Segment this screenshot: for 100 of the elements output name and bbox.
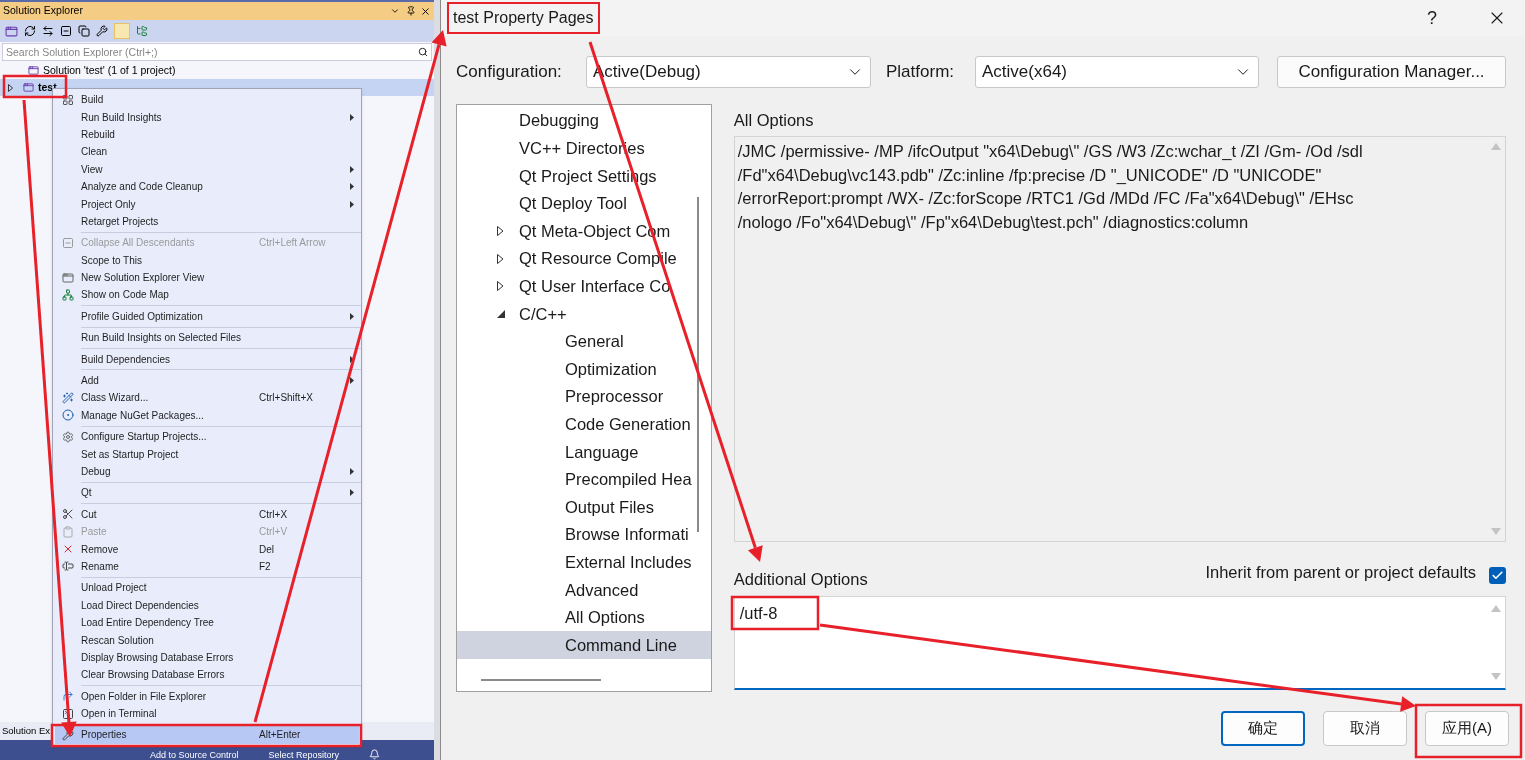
- diagram-icon[interactable]: [136, 25, 148, 37]
- tree-item[interactable]: Solution 'test' (1 of 1 project): [0, 62, 434, 79]
- diagram-icon: [62, 289, 74, 301]
- field-label: Configuration:: [456, 61, 563, 84]
- curved-arrow-icon: [62, 690, 74, 703]
- dropdown-icon[interactable]: [390, 6, 400, 16]
- field-label: Platform:: [886, 61, 956, 84]
- shortcut-text: Alt+Enter: [259, 728, 302, 743]
- menu-item[interactable]: Scope to This: [55, 251, 359, 269]
- menu-item[interactable]: Qt: [55, 484, 359, 502]
- dialog-button[interactable]: 取消: [1323, 711, 1407, 746]
- close-icon[interactable]: [420, 5, 431, 17]
- menu-item[interactable]: Build Dependencies: [55, 350, 359, 368]
- tree-item[interactable]: Optimization: [457, 355, 711, 383]
- menu-item[interactable]: Properties Alt+Enter: [55, 726, 359, 744]
- shortcut-text: Ctrl+X: [259, 507, 289, 522]
- menu-item[interactable]: Unload Project: [55, 579, 359, 597]
- tree-item[interactable]: Language: [457, 438, 711, 466]
- grid-icon: [62, 93, 74, 106]
- dialog-button[interactable]: 应用(A): [1425, 711, 1509, 746]
- expanded-icon: [497, 309, 505, 318]
- menu-item[interactable]: Retarget Projects: [55, 212, 359, 231]
- checkbox-label: Inherit from parent or project defaults: [1205, 562, 1476, 584]
- collapsed-icon: [8, 83, 13, 92]
- menu-item[interactable]: Run Build Insights: [55, 108, 359, 126]
- menu-item[interactable]: Show on Code Map: [55, 286, 359, 304]
- menu-item[interactable]: Rebuild: [55, 125, 359, 144]
- menu-item[interactable]: Class Wizard... Ctrl+Shift+X: [55, 389, 359, 407]
- menu-item[interactable]: Remove Del: [55, 540, 359, 558]
- help-button[interactable]: ?: [1427, 4, 1437, 32]
- collapse-icon: [62, 236, 74, 249]
- configuration-manager-button[interactable]: Configuration Manager...: [1277, 56, 1506, 88]
- tree-item[interactable]: Preprocessor: [457, 382, 711, 411]
- menu-item[interactable]: Rename F2: [55, 557, 359, 576]
- status-item[interactable]: Add to Source Control: [150, 750, 239, 760]
- tree-item[interactable]: All Options: [457, 603, 711, 632]
- dialog-button[interactable]: 确定: [1221, 711, 1305, 746]
- clipboard-icon: [62, 525, 74, 538]
- tree-item[interactable]: Precompiled Hea: [457, 465, 711, 494]
- scrollbar[interactable]: [481, 679, 601, 681]
- collapsed-icon: [497, 281, 504, 292]
- tree-item[interactable]: Code Generation: [457, 410, 711, 439]
- menu-item[interactable]: Run Build Insights on Selected Files: [55, 329, 359, 347]
- menu-item[interactable]: Rescan Solution: [55, 631, 359, 649]
- platform-dropdown[interactable]: Active(x64): [975, 56, 1259, 88]
- tree-item[interactable]: Qt User Interface Co: [457, 272, 711, 301]
- menu-item[interactable]: Cut Ctrl+X: [55, 505, 359, 523]
- tree-item[interactable]: General: [457, 327, 711, 356]
- highlight-box: [2, 74, 68, 99]
- menu-item[interactable]: View: [55, 160, 359, 178]
- search-icon: [418, 47, 428, 57]
- tree-item[interactable]: External Includes: [457, 548, 711, 577]
- menu-item[interactable]: Configure Startup Projects...: [55, 428, 359, 446]
- menu-item[interactable]: Add: [55, 371, 359, 390]
- tree-item[interactable]: Advanced: [457, 576, 711, 604]
- tree-item[interactable]: C/C++: [457, 300, 711, 328]
- project-icon: [28, 65, 39, 76]
- wand-icon: [62, 391, 74, 404]
- collapsed-icon: [497, 226, 504, 237]
- project-icon: [23, 82, 34, 93]
- window-icon[interactable]: [5, 24, 18, 38]
- search-field[interactable]: Search Solution Explorer (Ctrl+;): [2, 43, 432, 61]
- menu-item[interactable]: Analyze and Code Cleanup: [55, 177, 359, 196]
- tree-item[interactable]: Qt Deploy Tool: [457, 189, 711, 218]
- status-item[interactable]: Select Repository: [268, 750, 340, 760]
- menu-item[interactable]: Load Entire Dependency Tree: [55, 613, 359, 632]
- scrollbar[interactable]: [696, 197, 699, 532]
- collapse-icon[interactable]: [60, 25, 72, 37]
- menu-item[interactable]: Profile Guided Optimization: [55, 307, 359, 326]
- menu-item[interactable]: Clear Browsing Database Errors: [55, 666, 359, 684]
- wrench-icon[interactable]: [96, 25, 108, 37]
- menu-item[interactable]: Display Browsing Database Errors: [55, 648, 359, 667]
- section-label: Additional Options: [733, 569, 869, 591]
- tree-item[interactable]: Command Line: [457, 631, 711, 659]
- menu-item[interactable]: Load Direct Dependencies: [55, 596, 359, 614]
- menu-item[interactable]: Open Folder in File Explorer: [55, 687, 359, 705]
- menu-item[interactable]: Set as Startup Project: [55, 445, 359, 463]
- pin-icon[interactable]: [406, 6, 416, 16]
- sync-icon[interactable]: [42, 25, 54, 37]
- bell-icon[interactable]: [369, 749, 381, 760]
- dialog-title: test Property Pages: [453, 9, 594, 26]
- tree-item[interactable]: Debugging: [457, 107, 711, 135]
- menu-item[interactable]: Debug: [55, 462, 359, 481]
- section-label: All Options: [733, 110, 815, 131]
- menu-item[interactable]: Open in Terminal: [55, 704, 359, 723]
- preview-toggle[interactable]: [114, 23, 130, 39]
- inherit-checkbox[interactable]: [1489, 567, 1506, 584]
- menu-item[interactable]: Project Only: [55, 195, 359, 213]
- tree-item[interactable]: Output Files: [457, 493, 711, 521]
- rename-icon: [62, 560, 74, 573]
- panel-tab[interactable]: Solution Ex: [2, 723, 51, 739]
- tree-item[interactable]: Browse Informati: [457, 520, 711, 549]
- check-icon: [1491, 569, 1504, 582]
- option-text: /JMC /permissive- /MP /ifcOutput "x64\Debug\" /GS /W3 /Zc:wchar_t /ZI /Gm- /Od /sdl: [737, 141, 1364, 162]
- collapsed-icon: [497, 253, 504, 264]
- menu-item[interactable]: Clean: [55, 143, 359, 161]
- menu-item[interactable]: New Solution Explorer View: [55, 268, 359, 287]
- copy-icon[interactable]: [78, 25, 90, 37]
- menu-item[interactable]: Manage NuGet Packages...: [55, 406, 359, 425]
- shortcut-text: F2: [259, 559, 272, 574]
